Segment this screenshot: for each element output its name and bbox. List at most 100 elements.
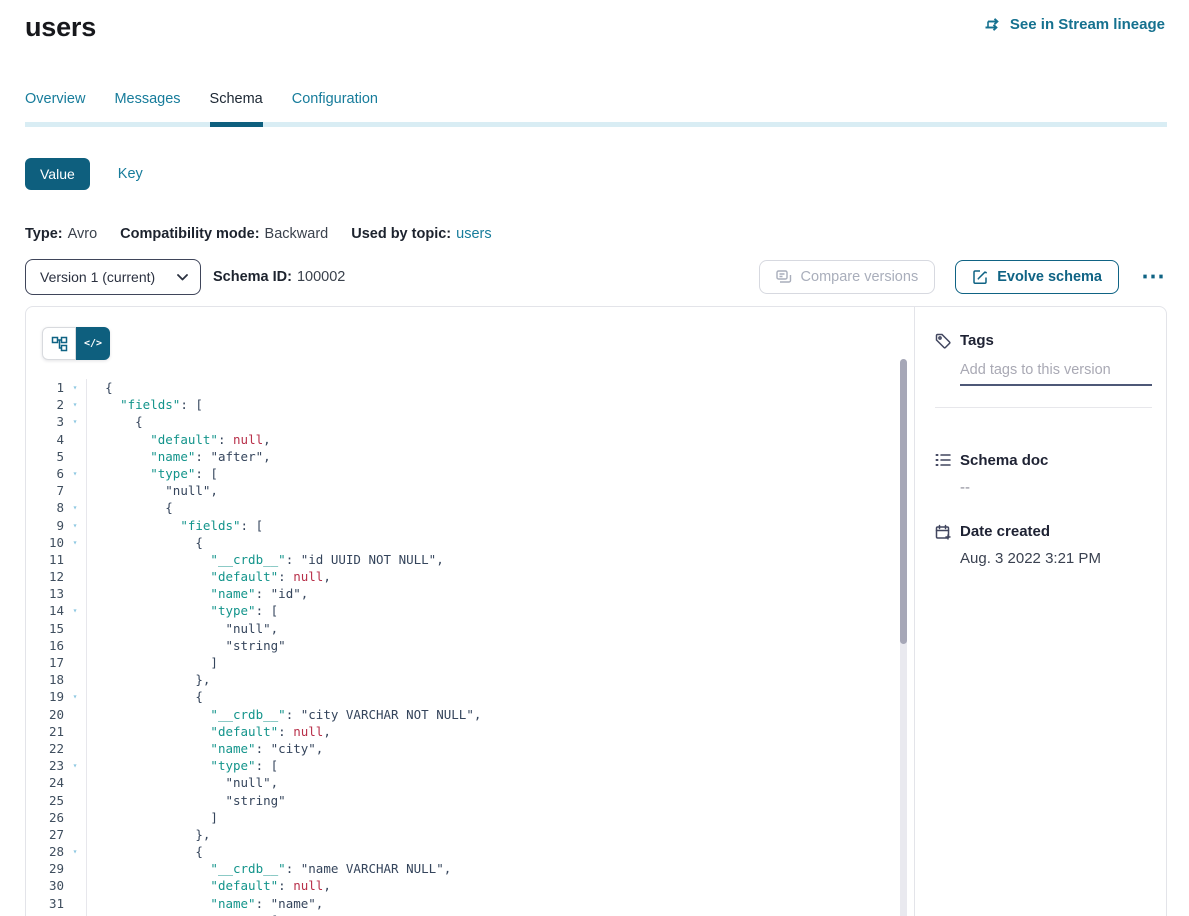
schema-id: Schema ID:100002: [213, 269, 345, 285]
fold-toggle-icon[interactable]: ▾: [64, 396, 86, 413]
fold-toggle-icon[interactable]: ▾: [64, 499, 86, 516]
code-line: 29 "__crdb__": "name VARCHAR NULL",: [26, 860, 914, 877]
code-line: 12 "default": null,: [26, 568, 914, 585]
schema-doc-section: Schema doc --: [935, 452, 1149, 496]
tab-bar: Overview Messages Schema Configuration: [25, 91, 1167, 127]
line-number: 29: [26, 860, 64, 877]
code-line: 17 ]: [26, 654, 914, 671]
tree-view-button[interactable]: [42, 327, 76, 360]
used-by-topic-link[interactable]: users: [456, 226, 491, 242]
compatibility-group: Compatibility mode:Backward: [120, 226, 328, 242]
code-view-icon: </>: [84, 338, 102, 349]
code-line: 1▾ {: [26, 379, 914, 396]
code-line: 32▾ "type": [: [26, 912, 914, 916]
compare-versions-label: Compare versions: [801, 269, 919, 285]
schema-doc-heading: Schema doc: [960, 452, 1149, 469]
code-line: 30 "default": null,: [26, 877, 914, 894]
tags-section: Tags: [935, 332, 1149, 408]
tab-configuration[interactable]: Configuration: [292, 91, 378, 122]
chevron-down-icon: [177, 274, 188, 281]
schema-doc-icon: [935, 453, 951, 467]
line-number: 8: [26, 499, 64, 516]
version-select-value: Version 1 (current): [40, 269, 155, 285]
code-line: 9▾ "fields": [: [26, 517, 914, 534]
schema-doc-value: --: [960, 479, 1149, 496]
stream-lineage-label: See in Stream lineage: [1010, 16, 1165, 33]
tags-input[interactable]: [960, 362, 1152, 386]
line-number: 31: [26, 895, 64, 912]
fold-toggle-icon[interactable]: ▾: [64, 517, 86, 534]
type-value: Avro: [68, 226, 98, 242]
tab-overview[interactable]: Overview: [25, 91, 85, 122]
line-number: 5: [26, 448, 64, 465]
line-number: 7: [26, 482, 64, 499]
fold-toggle-icon[interactable]: ▾: [64, 465, 86, 482]
line-number: 21: [26, 723, 64, 740]
tree-view-icon: [51, 336, 68, 352]
fold-toggle-icon[interactable]: ▾: [64, 843, 86, 860]
line-number: 28: [26, 843, 64, 860]
code-line: 21 "default": null,: [26, 723, 914, 740]
code-line: 18 },: [26, 671, 914, 688]
tab-schema[interactable]: Schema: [210, 91, 263, 122]
line-number: 14: [26, 602, 64, 619]
code-line: 11 "__crdb__": "id UUID NOT NULL",: [26, 551, 914, 568]
schema-id-label: Schema ID:: [213, 269, 292, 285]
schema-actions: Compare versions Evolve schema ⋯: [759, 260, 1167, 294]
code-line: 28▾ {: [26, 843, 914, 860]
tags-heading: Tags: [960, 332, 1152, 349]
evolve-schema-button[interactable]: Evolve schema: [955, 260, 1119, 294]
line-number: 11: [26, 551, 64, 568]
schema-panel: </> 1▾ {2▾ "fields": [3▾ {4 "default": n…: [25, 306, 1167, 916]
code-view-button[interactable]: </>: [76, 327, 110, 360]
evolve-schema-icon: [972, 269, 988, 285]
line-number: 9: [26, 517, 64, 534]
code-line: 13 "name": "id",: [26, 585, 914, 602]
line-number: 10: [26, 534, 64, 551]
version-select[interactable]: Version 1 (current): [25, 259, 201, 295]
fold-toggle-icon[interactable]: ▾: [64, 413, 86, 430]
fold-toggle-icon[interactable]: ▾: [64, 688, 86, 705]
line-number: 2: [26, 396, 64, 413]
line-number: 13: [26, 585, 64, 602]
fold-toggle-icon[interactable]: ▾: [64, 757, 86, 774]
compare-versions-icon: [776, 270, 792, 285]
stream-lineage-link[interactable]: See in Stream lineage: [984, 16, 1165, 33]
line-number: 1: [26, 379, 64, 396]
tab-messages[interactable]: Messages: [114, 91, 180, 122]
line-number: 16: [26, 637, 64, 654]
type-group: Type: Avro: [25, 226, 97, 242]
code-line: 4 "default": null,: [26, 431, 914, 448]
value-toggle-button[interactable]: Value: [25, 158, 90, 190]
tag-icon: [935, 333, 951, 349]
editor-scrollbar-track[interactable]: [900, 359, 907, 916]
calendar-icon: [935, 524, 951, 540]
code-line: 8▾ {: [26, 499, 914, 516]
line-number: 15: [26, 620, 64, 637]
date-created-value: Aug. 3 2022 3:21 PM: [960, 550, 1149, 567]
version-bar: Version 1 (current) Schema ID:100002 Com…: [25, 259, 1167, 295]
code-line: 10▾ {: [26, 534, 914, 551]
fold-toggle-icon[interactable]: ▾: [64, 912, 86, 916]
line-number: 12: [26, 568, 64, 585]
date-created-heading: Date created: [960, 523, 1149, 540]
code-line: 22 "name": "city",: [26, 740, 914, 757]
compare-versions-button[interactable]: Compare versions: [759, 260, 936, 294]
code-line: 19▾ {: [26, 688, 914, 705]
code-line: 14▾ "type": [: [26, 602, 914, 619]
evolve-schema-label: Evolve schema: [997, 269, 1102, 285]
schema-sidebar: Tags Schema doc -- Date created: [914, 307, 1166, 916]
compatibility-label: Compatibility mode:: [120, 226, 259, 242]
code-lines: 1▾ {2▾ "fields": [3▾ {4 "default": null,…: [26, 379, 914, 916]
line-number: 17: [26, 654, 64, 671]
type-label: Type:: [25, 226, 63, 242]
code-line: 20 "__crdb__": "city VARCHAR NOT NULL",: [26, 706, 914, 723]
line-number: 26: [26, 809, 64, 826]
schema-meta: Type:Avro Compatibility mode:Backward Us…: [25, 226, 1189, 242]
key-toggle-button[interactable]: Key: [118, 166, 143, 182]
fold-toggle-icon[interactable]: ▾: [64, 379, 86, 396]
fold-toggle-icon[interactable]: ▾: [64, 534, 86, 551]
more-options-button[interactable]: ⋯: [1139, 272, 1167, 282]
fold-toggle-icon[interactable]: ▾: [64, 602, 86, 619]
editor-scrollbar-thumb[interactable]: [900, 359, 907, 644]
